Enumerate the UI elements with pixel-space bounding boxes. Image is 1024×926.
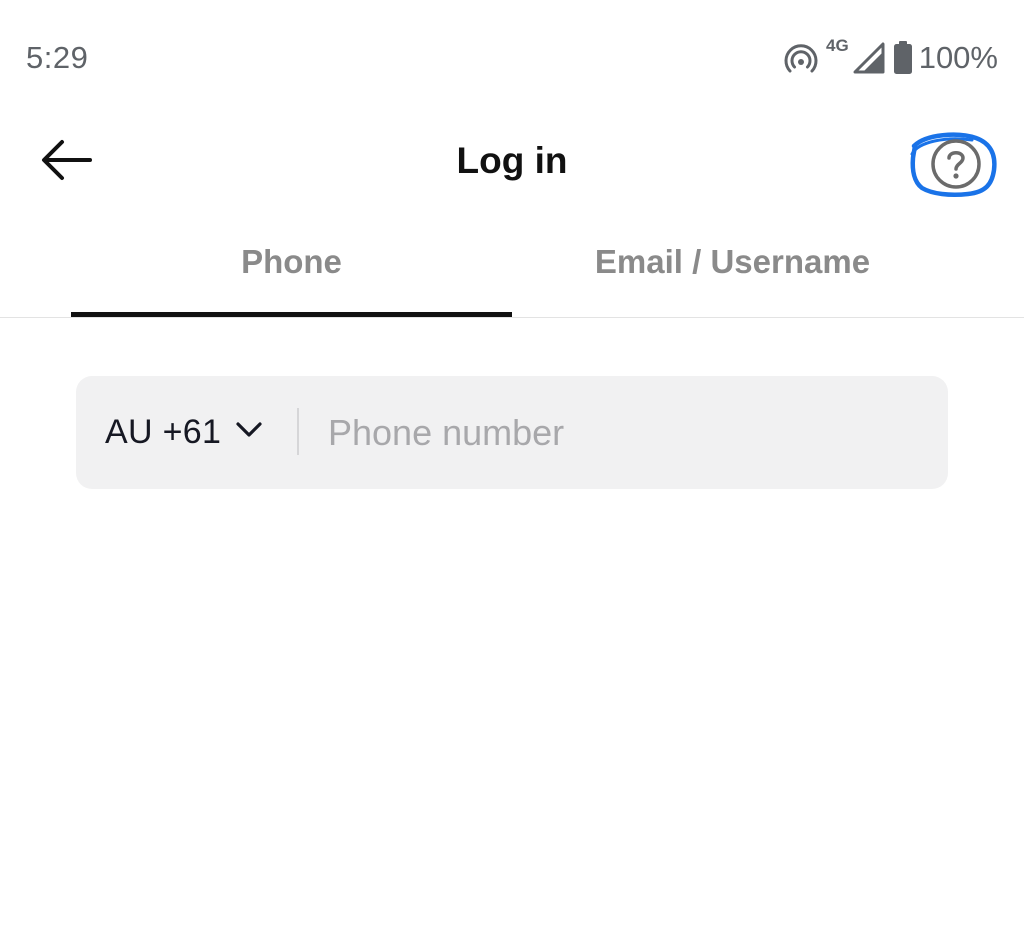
country-code-label: AU +61 [105,413,222,451]
tabs-divider [0,317,1024,318]
phone-number-input[interactable] [328,376,928,489]
tab-email-username[interactable]: Email / Username [512,214,953,318]
question-circle-icon [906,132,998,214]
network-type-label: 4G [826,36,849,55]
status-bar: 5:29 4G 100% [0,0,1024,110]
help-button[interactable] [906,124,998,210]
country-code-picker[interactable]: AU +61 [76,376,298,489]
status-icons: 4G 100% [784,36,998,78]
tab-phone[interactable]: Phone [71,214,512,318]
login-screen: 5:29 4G 100% Log in Phone Email / Userna… [0,0,1024,926]
phone-input-row: AU +61 [76,376,948,489]
cellular-signal-icon [853,42,885,74]
hotspot-icon [784,41,818,75]
field-divider [297,408,299,455]
page-title: Log in [456,140,568,181]
battery-icon [893,41,913,75]
chevron-down-icon [235,421,263,444]
status-time: 5:29 [26,40,89,75]
header-bar: Log in [0,110,1024,214]
login-method-tabs: Phone Email / Username [0,214,1024,320]
battery-percent: 100% [918,40,998,75]
